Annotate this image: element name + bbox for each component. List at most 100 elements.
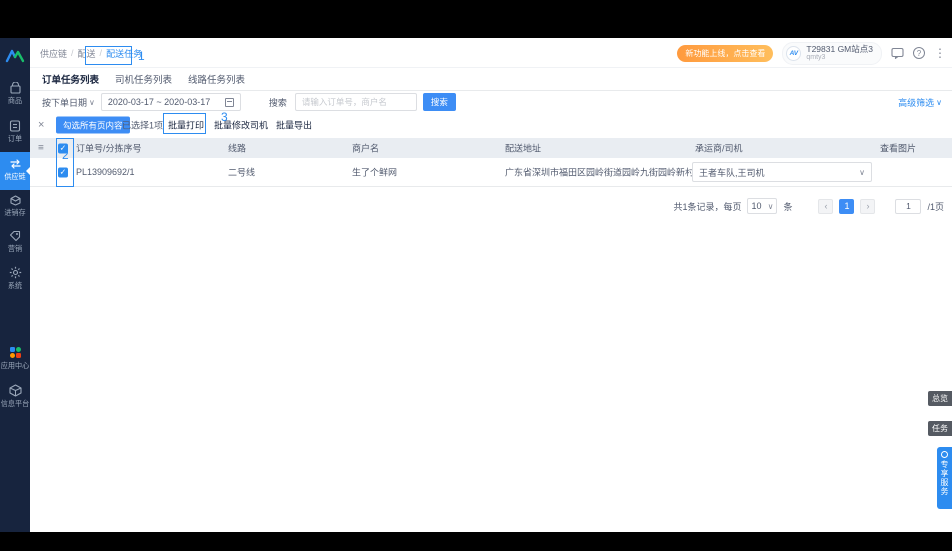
close-icon[interactable]: ×: [38, 119, 44, 131]
chevron-down-icon: ∨: [859, 167, 865, 177]
filter-bar: 按下单日期 ∨ 2020-03-17 ~ 2020-03-17 搜索 搜索 高级…: [30, 91, 952, 113]
date-type-select[interactable]: 按下单日期 ∨: [42, 96, 95, 109]
app-grid-icon: [0, 346, 30, 359]
breadcrumb-delivery[interactable]: 配送: [78, 47, 96, 60]
selected-count: 已选择1项: [122, 120, 164, 131]
column-header-image: 查看图片: [880, 143, 917, 154]
goods-bag-icon: [0, 82, 30, 94]
select-all-checkbox[interactable]: ✓: [58, 143, 68, 154]
per-page-select[interactable]: 10 ∨: [747, 198, 778, 214]
letterbox-bottom: [0, 532, 952, 551]
sidebar-item-label: 供应链: [4, 172, 26, 181]
column-settings-icon[interactable]: ≡: [38, 143, 44, 154]
batch-modify-driver-button[interactable]: 批量修改司机: [214, 119, 268, 132]
chevron-down-icon: ∨: [936, 97, 942, 107]
sidebar-item-goods[interactable]: 商品: [0, 82, 30, 106]
breadcrumb-supply-chain[interactable]: 供应链: [40, 47, 67, 60]
sidebar: 商品 订单 供应链 进销存 营销 系统 应用中心 信息平台: [0, 38, 30, 532]
message-icon[interactable]: [891, 47, 904, 59]
letterbox-top: [0, 0, 952, 38]
per-page-unit: 条: [783, 201, 793, 212]
user-identity: T29831 GM站点3 qmty3: [806, 43, 873, 62]
sidebar-item-label: 系统: [7, 281, 23, 290]
prev-page-button[interactable]: ‹: [818, 198, 834, 214]
date-type-label: 按下单日期: [42, 97, 88, 108]
calendar-icon: [224, 97, 234, 107]
gear-icon: [0, 266, 30, 279]
tab-order-task-list[interactable]: 订单任务列表: [42, 72, 99, 86]
date-range-value: 2020-03-17 ~ 2020-03-17: [107, 97, 211, 107]
sidebar-item-label: 营销: [7, 244, 23, 253]
batch-toolbar: × 勾选所有页内容 已选择1项 | 批量打印 批量修改司机 批量导出: [30, 113, 952, 137]
advanced-filter-toggle[interactable]: 高级筛选 ∨: [898, 91, 942, 113]
sidebar-item-app-center[interactable]: 应用中心: [0, 346, 30, 371]
carrier-driver-value: 王者车队,王司机: [699, 167, 765, 178]
search-input[interactable]: [294, 93, 417, 111]
sidebar-item-label: 进销存: [4, 208, 26, 217]
date-range-picker[interactable]: 2020-03-17 ~ 2020-03-17: [100, 93, 241, 111]
cube-icon: [0, 384, 30, 397]
carrier-driver-select[interactable]: 王者车队,王司机 ∨: [692, 162, 872, 182]
column-header-order-no: 订单号/分拣序号: [76, 143, 142, 154]
floating-tag-overview[interactable]: 总览: [928, 391, 952, 406]
user-name: T29831 GM站点3: [806, 43, 873, 54]
more-menu-icon[interactable]: ⋮: [934, 46, 946, 60]
service-icon: [941, 451, 948, 458]
batch-print-button[interactable]: 批量打印: [168, 119, 204, 132]
marketing-tag-icon: [0, 230, 30, 242]
pagination-summary: 共1条记录，每页: [673, 201, 742, 212]
chevron-down-icon: ∨: [767, 201, 774, 211]
floating-service-tab[interactable]: 专享服务: [937, 447, 952, 509]
floating-tag-tasks[interactable]: 任务: [928, 421, 952, 436]
sidebar-item-inventory[interactable]: 进销存: [0, 194, 30, 218]
sidebar-item-marketing[interactable]: 营销: [0, 230, 30, 254]
advanced-filter-label: 高级筛选: [898, 97, 935, 108]
chevron-down-icon: ∨: [89, 97, 95, 107]
tab-route-task-list[interactable]: 线路任务列表: [188, 72, 245, 86]
help-icon[interactable]: ?: [913, 47, 925, 59]
screen: 商品 订单 供应链 进销存 营销 系统 应用中心 信息平台 供应链 / 配送 /…: [0, 0, 952, 551]
tab-driver-task-list[interactable]: 司机任务列表: [115, 72, 172, 86]
promo-badge[interactable]: 新功能上线，点击查看: [677, 44, 774, 62]
avatar: AV: [786, 45, 802, 61]
column-header-merchant: 商户名: [352, 143, 380, 154]
next-page-button[interactable]: ›: [860, 198, 876, 214]
breadcrumb-separator: /: [99, 48, 103, 58]
per-page-value: 10: [751, 201, 762, 211]
user-menu[interactable]: AV T29831 GM站点3 qmty3: [782, 41, 882, 65]
cell-order-no: PL13909692/1: [76, 167, 135, 177]
batch-export-button[interactable]: 批量导出: [276, 119, 312, 132]
app-window: 商品 订单 供应链 进销存 营销 系统 应用中心 信息平台 供应链 / 配送 /…: [0, 38, 952, 532]
column-header-address: 配送地址: [505, 143, 542, 154]
inventory-box-icon: [0, 194, 30, 206]
column-header-line: 线路: [228, 143, 247, 154]
page-count-suffix: /1页: [927, 201, 944, 212]
goto-page-input[interactable]: [895, 198, 922, 214]
table-row: ✓ PL13909692/1 二号线 生了个鲜网 广东省深圳市福田区园岭街道园岭…: [30, 158, 952, 187]
column-header-carrier: 承运商/司机: [695, 143, 743, 154]
sidebar-item-label: 商品: [7, 96, 23, 105]
task-list-tabs: 订单任务列表 司机任务列表 线路任务列表: [30, 68, 952, 91]
user-account: qmty3: [806, 53, 826, 61]
select-all-pages-button[interactable]: 勾选所有页内容: [56, 116, 130, 134]
sidebar-item-label: 应用中心: [0, 361, 30, 370]
brand-logo-icon[interactable]: [0, 48, 30, 69]
top-header: 供应链 / 配送 / 配送任务 新功能上线，点击查看 AV T29831 GM站…: [30, 38, 952, 68]
sidebar-item-label: 信息平台: [0, 399, 30, 408]
sidebar-item-info-platform[interactable]: 信息平台: [0, 384, 30, 409]
breadcrumb-separator: /: [71, 48, 74, 58]
breadcrumb-delivery-task[interactable]: 配送任务: [106, 47, 142, 60]
sidebar-item-label: 订单: [7, 134, 23, 143]
breadcrumb: 供应链 / 配送 / 配送任务: [40, 38, 142, 68]
sidebar-item-orders[interactable]: 订单: [0, 120, 30, 144]
sidebar-item-supply-chain[interactable]: 供应链: [0, 152, 30, 190]
main-content: 供应链 / 配送 / 配送任务 新功能上线，点击查看 AV T29831 GM站…: [30, 38, 952, 532]
order-document-icon: [0, 120, 30, 132]
toolbar-divider: |: [159, 120, 162, 130]
page-1-button[interactable]: 1: [839, 198, 855, 214]
row-checkbox[interactable]: ✓: [58, 167, 68, 178]
header-right-cluster: 新功能上线，点击查看 AV T29831 GM站点3 qmty3 ? ⋮: [677, 38, 946, 68]
table-header-row: ≡ ✓ 订单号/分拣序号 线路 商户名 配送地址 承运商/司机 查看图片: [30, 138, 952, 158]
sidebar-item-system[interactable]: 系统: [0, 266, 30, 291]
search-button[interactable]: 搜索: [422, 93, 456, 111]
